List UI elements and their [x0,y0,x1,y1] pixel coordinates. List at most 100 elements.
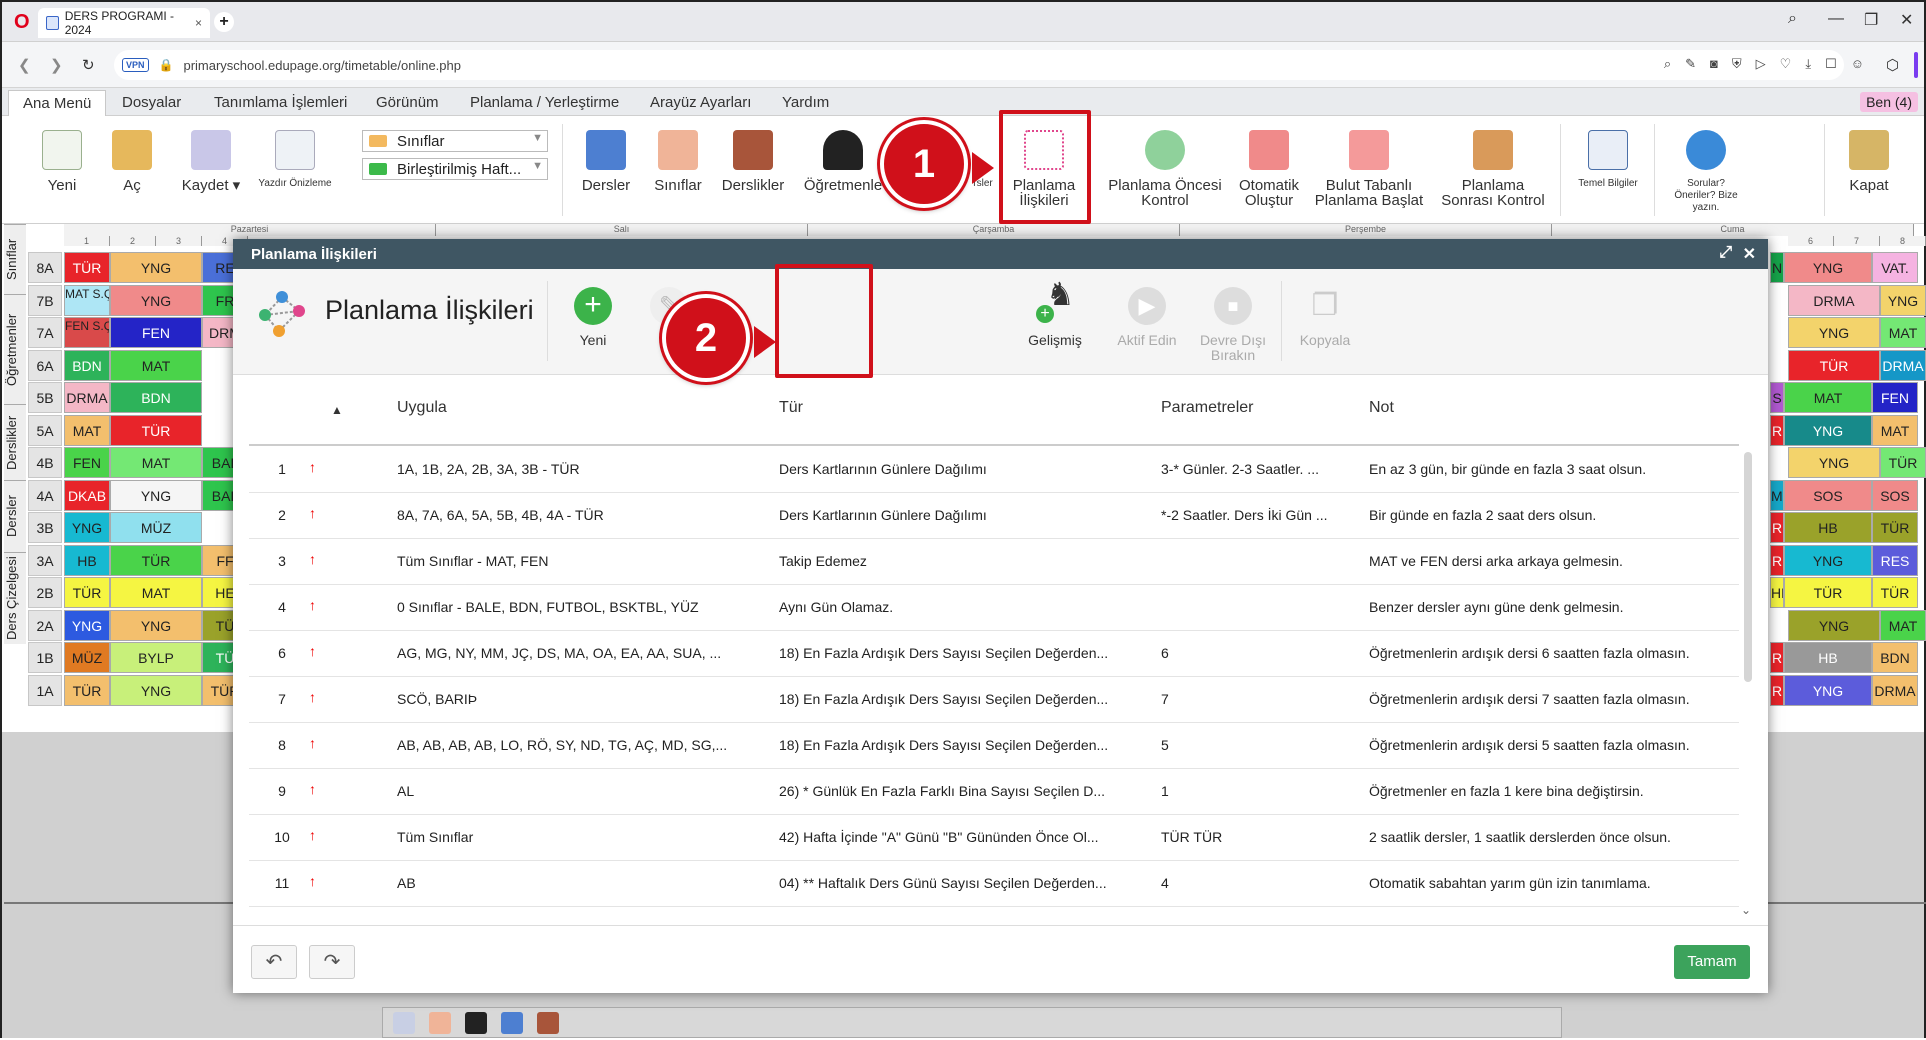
table-row[interactable]: 10 ↑ Tüm Sınıflar 42) Hafta İçinde "A" Günü… [249,815,1739,861]
lesson-card[interactable]: VAT. [1872,252,1918,283]
new-file-button[interactable]: Yeni [40,130,84,193]
heart-icon[interactable]: ♡ [1780,56,1792,72]
building-icon[interactable] [393,1012,415,1034]
lesson-card[interactable]: YNG [1880,284,1926,316]
tab-close-icon[interactable]: × [195,16,202,30]
table-row[interactable]: 7 ↑ SCÖ, BARIÞ 18) En Fazla Ardışık Ders Sa… [249,677,1739,723]
lesson-card[interactable]: TÜR [1872,512,1918,543]
lesson-card[interactable]: YNG [110,252,202,283]
table-row[interactable]: 2 ↑ 8A, 7A, 6A, 5A, 5B, 4B, 4A - TÜR Ders K… [249,493,1739,539]
lesson-card[interactable]: MAT [1872,414,1918,446]
class-row-label[interactable]: 3B [28,512,62,543]
lesson-card[interactable]: R [1770,414,1784,446]
class-row-label[interactable]: 5B [28,382,62,413]
minimize-icon[interactable]: — [1828,10,1844,28]
lesson-card[interactable]: FEN S.Ç. [64,317,110,348]
auto-generate-button[interactable]: Otomatik Oluştur [1234,130,1304,208]
lesson-card[interactable]: FEN [110,317,202,348]
feedback-button[interactable]: Sorular? Öneriler? Bize yazın. [1666,130,1746,214]
redo-button[interactable]: ↷ [309,945,355,979]
class-row-label[interactable]: 2A [28,609,62,641]
close-button[interactable]: Kapat [1844,130,1894,193]
lesson-card[interactable]: MÜZ [64,642,110,673]
save-button[interactable]: Kaydet ▾ [176,130,246,193]
lesson-card[interactable]: HB [64,544,110,576]
rooms-button[interactable]: Derslikler [718,130,788,193]
table-row[interactable]: 8 ↑ AB, AB, AB, AB, LO, RÖ, SY, ND, TG, AÇ… [249,723,1739,769]
advanced-button[interactable]: ♞ + Gelişmiş [1015,278,1095,348]
cloud-plan-button[interactable]: Bulut Tabanlı Planlama Başlat [1312,130,1426,208]
new-tab-button[interactable]: + [214,12,234,32]
lesson-card[interactable]: MAT [1784,382,1872,413]
profile-icon[interactable]: ☺ [1851,56,1864,72]
lesson-card[interactable]: TÜR [64,674,110,706]
column-header-tur[interactable]: Tür [779,399,803,417]
lesson-card[interactable]: MAT [110,577,202,608]
lesson-card[interactable]: MÜZ [110,512,202,543]
opera-logo-icon[interactable]: O [14,12,30,32]
class-row-label[interactable]: 2B [28,577,62,608]
lesson-card[interactable]: TÜR [110,414,202,446]
lesson-card[interactable]: TÜR [64,577,110,608]
lesson-card[interactable]: DRMA [1880,349,1926,381]
new-relation-button[interactable]: + Yeni [553,287,633,348]
maximize-icon[interactable]: ⤢ [1719,244,1732,262]
lesson-card[interactable]: MAT [110,447,202,478]
lesson-card[interactable]: YNG [1784,414,1872,446]
lesson-card[interactable]: TÜR [1784,577,1872,608]
lesson-card[interactable]: YNG [1788,609,1880,641]
class-row-label[interactable]: 6A [28,349,62,381]
column-header-uygula[interactable]: Uygula [397,399,447,417]
sidebar-handle[interactable] [1914,52,1918,78]
undo-button[interactable]: ↶ [251,945,297,979]
restore-icon[interactable]: ❐ [1864,10,1878,30]
edit-icon[interactable]: ✎ [1685,56,1696,72]
side-tab[interactable]: Derslikler [4,404,26,480]
column-header-parametreler[interactable]: Parametreler [1161,399,1253,417]
class-row-label[interactable]: 4B [28,447,62,478]
lesson-card[interactable]: MAT [64,414,110,446]
lesson-card[interactable]: MAT [110,349,202,381]
shield-icon[interactable]: ⛨ [1732,56,1742,72]
reload-icon[interactable]: ↻ [82,56,95,74]
students-icon[interactable] [429,1012,451,1034]
scroll-down-icon[interactable]: ⌄ [1741,903,1751,917]
menu-arayuz[interactable]: Arayüz Ayarları [650,94,751,111]
lesson-card[interactable]: SOS [1872,479,1918,511]
lesson-card[interactable]: SOS [1784,479,1872,511]
lesson-card[interactable]: YNG [1784,252,1872,283]
lesson-card[interactable]: BYLP [110,642,202,673]
door-icon[interactable] [537,1012,559,1034]
table-row[interactable]: 6 ↑ AG, MG, NY, MM, JÇ, DS, MA, OA, EA, AA… [249,631,1739,677]
table-row[interactable]: 11 ↑ AB 04) ** Haftalık Ders Günü Sayısı Se… [249,861,1739,907]
layout-select[interactable]: Birleştirilmiş Haft... ▼ [362,158,548,180]
lesson-card[interactable]: MÜZ [1770,479,1784,511]
lesson-card[interactable]: RES [1872,544,1918,576]
lesson-card[interactable]: DRMA [64,382,110,413]
lesson-card[interactable]: BDN [64,349,110,381]
lesson-card[interactable]: YNG [1784,674,1872,706]
side-tab[interactable]: Öğretmenler [4,294,26,404]
lesson-card[interactable]: N [1770,252,1784,283]
class-row-label[interactable]: 5A [28,414,62,446]
class-row-label[interactable]: 4A [28,479,62,511]
lesson-card[interactable]: TÜR [1880,447,1926,478]
print-preview-button[interactable]: Yazdır Önizleme [252,130,338,190]
lesson-card[interactable]: HB [1784,642,1872,673]
vertical-scrollbar[interactable] [1744,452,1752,682]
lesson-card[interactable]: S [1770,382,1784,413]
play-icon[interactable]: ▷ [1756,56,1766,72]
lesson-card[interactable]: HB [1784,512,1872,543]
class-row-label[interactable]: 7A [28,317,62,348]
lesson-card[interactable]: DRMA [1788,284,1880,316]
lesson-card[interactable]: YNG [110,479,202,511]
menu-yardim[interactable]: Yardım [782,94,829,111]
lesson-card[interactable]: R [1770,642,1784,673]
lesson-card[interactable]: TÜR [1788,349,1880,381]
dialog-close-icon[interactable]: ✕ [1743,244,1756,264]
lesson-card[interactable]: MAT S.Ç. [64,284,110,316]
class-row-label[interactable]: 1A [28,674,62,706]
forward-icon[interactable]: ❯ [50,56,63,74]
lock-icon[interactable]: 🔒 [159,58,174,72]
lesson-card[interactable]: TÜR [1872,577,1918,608]
